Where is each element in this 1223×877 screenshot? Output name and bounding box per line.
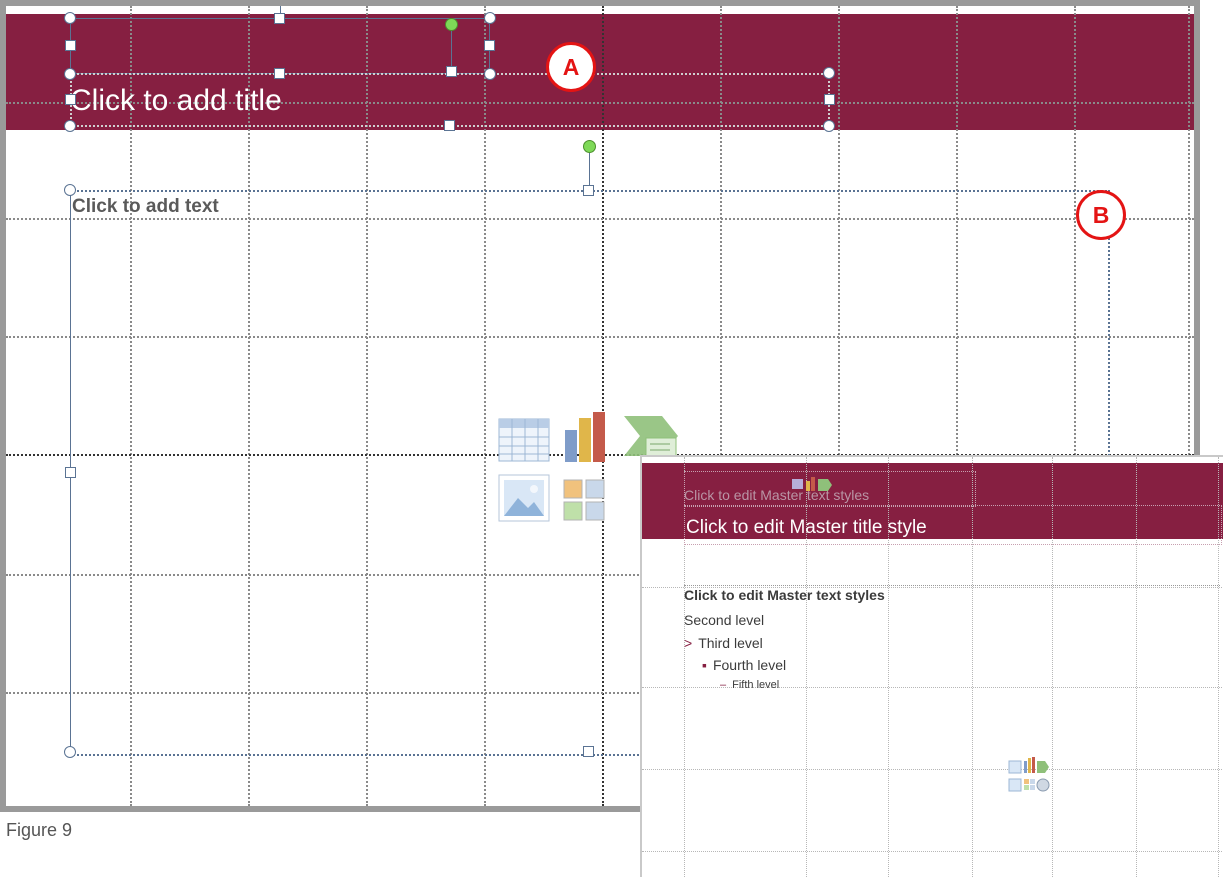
level-4-bullet: ▪	[702, 657, 707, 673]
resize-handle-side[interactable]	[65, 94, 76, 105]
insert-smartart-icon[interactable]	[622, 414, 680, 458]
resize-handle-side[interactable]	[484, 40, 495, 51]
resize-handle-side[interactable]	[274, 13, 285, 24]
resize-handle-side[interactable]	[65, 467, 76, 478]
resize-handle-corner[interactable]	[484, 12, 496, 24]
level-5-text: Fifth level	[732, 679, 780, 691]
rotate-handle[interactable]	[445, 18, 458, 31]
master-level-3[interactable]: > Third level	[684, 635, 763, 651]
resize-handle-corner[interactable]	[64, 120, 76, 132]
resize-handle-side[interactable]	[446, 66, 457, 77]
title-placeholder-text[interactable]: Click to add title	[70, 84, 282, 118]
resize-handle-corner[interactable]	[823, 67, 835, 79]
resize-handle-side[interactable]	[583, 185, 594, 196]
resize-handle-side[interactable]	[583, 746, 594, 757]
rotation-stem	[589, 153, 590, 185]
figure-caption: Figure 9	[6, 820, 73, 840]
level-3-text: Third level	[698, 635, 763, 651]
master-level-5[interactable]: – Fifth level	[720, 679, 779, 691]
insert-picture-icon[interactable]	[498, 474, 550, 522]
resize-handle-corner[interactable]	[823, 120, 835, 132]
master-body-placeholder[interactable]	[684, 585, 1220, 876]
level-4-text: Fourth level	[712, 657, 787, 673]
insert-chart-icon[interactable]	[562, 410, 616, 464]
rotate-handle[interactable]	[583, 140, 596, 153]
master-content-icons	[1008, 757, 1050, 792]
level-3-bullet: >	[684, 635, 693, 651]
master-title-text[interactable]: Click to edit Master title style	[686, 517, 927, 539]
master-level-2[interactable]: Second level	[684, 612, 764, 628]
mini-content-icons	[792, 477, 832, 491]
resize-handle-corner[interactable]	[64, 746, 76, 758]
resize-handle-corner[interactable]	[64, 68, 76, 80]
resize-handle-corner[interactable]	[484, 68, 496, 80]
inner-selection-box	[70, 18, 452, 74]
slide-master-preview[interactable]: Click to edit Master text styles Click t…	[640, 455, 1223, 877]
resize-handle-side[interactable]	[444, 120, 455, 131]
callout-a: A	[546, 42, 596, 92]
master-level-1[interactable]: Click to edit Master text styles	[684, 587, 885, 603]
insert-clip-art-icon[interactable]	[562, 478, 606, 522]
resize-handle-side[interactable]	[274, 68, 285, 79]
resize-handle-side[interactable]	[824, 94, 835, 105]
master-ghost-text: Click to edit Master text styles	[684, 487, 870, 503]
callout-b: B	[1076, 190, 1126, 240]
insert-table-icon[interactable]	[498, 418, 550, 462]
body-placeholder-text[interactable]: Click to add text	[72, 196, 219, 218]
level-5-bullet: –	[720, 679, 727, 691]
resize-handle-corner[interactable]	[64, 184, 76, 196]
master-level-4[interactable]: ▪ Fourth level	[702, 657, 786, 673]
resize-handle-corner[interactable]	[64, 12, 76, 24]
resize-handle-side[interactable]	[65, 40, 76, 51]
